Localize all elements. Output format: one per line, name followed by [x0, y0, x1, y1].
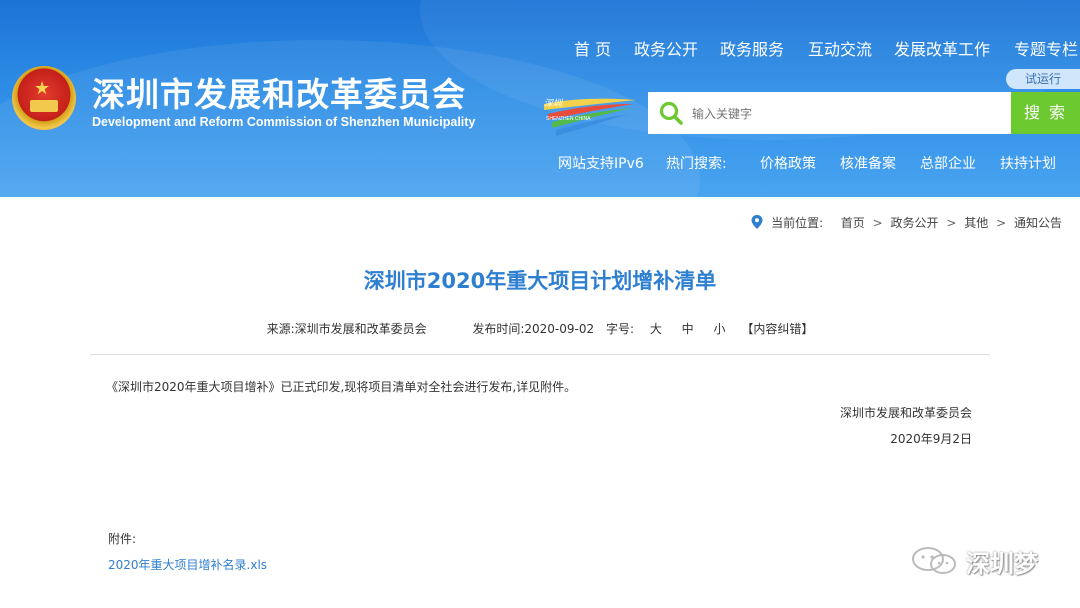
article-meta: 来源:深圳市发展和改革委员会 发布时间:2020-09-02 字号: 大 中 小… — [0, 320, 1080, 337]
breadcrumb-label: 当前位置: — [771, 216, 824, 230]
wechat-icon — [912, 547, 956, 574]
article-publish-date: 发布时间:2020-09-02 — [472, 322, 595, 336]
search-input[interactable] — [690, 92, 1009, 136]
attachment-label: 附件: — [108, 532, 137, 546]
tiananmen-gate-icon — [30, 100, 58, 112]
breadcrumb-notices[interactable]: 通知公告 — [1014, 216, 1062, 230]
article-sign-date: 2020年9月2日 — [890, 432, 972, 446]
sz-logo-text: SHENZHEN CHINA — [546, 116, 591, 122]
hot-search-row: 网站支持IPv6 热门搜索: 价格政策 核准备案 总部企业 扶持计划 — [556, 153, 1080, 175]
article-signature: 深圳市发展和改革委员会 — [839, 406, 972, 420]
site-title-en[interactable]: Development and Reform Commission of She… — [92, 115, 475, 129]
divider — [90, 354, 990, 355]
breadcrumb-separator: > — [946, 216, 957, 230]
breadcrumb-home[interactable]: 首页 — [841, 216, 865, 230]
hot-search-label: 热门搜索: — [666, 156, 727, 172]
nav-government-services[interactable]: 政务服务 — [720, 36, 784, 60]
ipv6-support-label: 网站支持IPv6 — [558, 156, 644, 172]
nav-reform-work[interactable]: 发展改革工作 — [894, 36, 990, 60]
watermark-text: 深圳梦 — [966, 550, 1038, 578]
breadcrumb: 当前位置: 首页 > 政务公开 > 其他 > 通知公告 — [751, 214, 1062, 231]
font-size-label: 字号: — [605, 322, 634, 336]
breadcrumb-gov-open[interactable]: 政务公开 — [891, 216, 939, 230]
breadcrumb-separator: > — [996, 216, 1007, 230]
top-navigation: 首 页 政务公开 政务服务 互动交流 发展改革工作 专题专栏 — [560, 36, 1080, 60]
font-size-small[interactable]: 小 — [714, 322, 726, 336]
star-icon: ★ — [34, 78, 51, 99]
hot-link-approval-filing[interactable]: 核准备案 — [840, 153, 896, 173]
article-paragraph: 《深圳市2020年重大项目增补》已正式印发,现将项目清单对全社会进行发布,详见附… — [106, 380, 577, 394]
nav-special-topics[interactable]: 专题专栏 — [1014, 36, 1078, 60]
hot-link-support-plan[interactable]: 扶持计划 — [1000, 153, 1056, 173]
nav-home[interactable]: 首 页 — [574, 36, 611, 60]
location-pin-icon — [751, 215, 763, 229]
svg-text:深圳: 深圳 — [544, 98, 564, 109]
font-size-large[interactable]: 大 — [650, 322, 662, 336]
site-title-cn[interactable]: 深圳市发展和改革委员会 — [92, 68, 466, 116]
search-box — [648, 92, 1011, 136]
shenzhen-city-logo: 深圳 SHENZHEN CHINA — [544, 98, 636, 136]
breadcrumb-other[interactable]: 其他 — [964, 216, 988, 230]
article-title: 深圳市2020年重大项目计划增补清单 — [363, 269, 717, 293]
site-header: ★ 深圳市发展和改革委员会 Development and Reform Com… — [0, 0, 1080, 197]
nav-government-affairs-open[interactable]: 政务公开 — [634, 36, 698, 60]
content-correction-link[interactable]: 【内容纠错】 — [741, 322, 813, 336]
breadcrumb-separator: > — [872, 216, 883, 230]
article-source: 来源:深圳市发展和改革委员会 — [266, 322, 427, 336]
font-size-medium[interactable]: 中 — [682, 322, 694, 336]
search-button[interactable]: 搜 索 — [1011, 92, 1080, 134]
trial-run-badge: 试运行 — [1006, 69, 1080, 89]
search-icon[interactable] — [658, 100, 684, 126]
national-emblem-icon: ★ — [12, 66, 76, 130]
hot-link-price-policy[interactable]: 价格政策 — [760, 153, 816, 173]
nav-interaction[interactable]: 互动交流 — [808, 36, 872, 60]
hot-link-hq-enterprises[interactable]: 总部企业 — [920, 153, 976, 173]
attachment-link[interactable]: 2020年重大项目增补名录.xls — [108, 556, 267, 573]
